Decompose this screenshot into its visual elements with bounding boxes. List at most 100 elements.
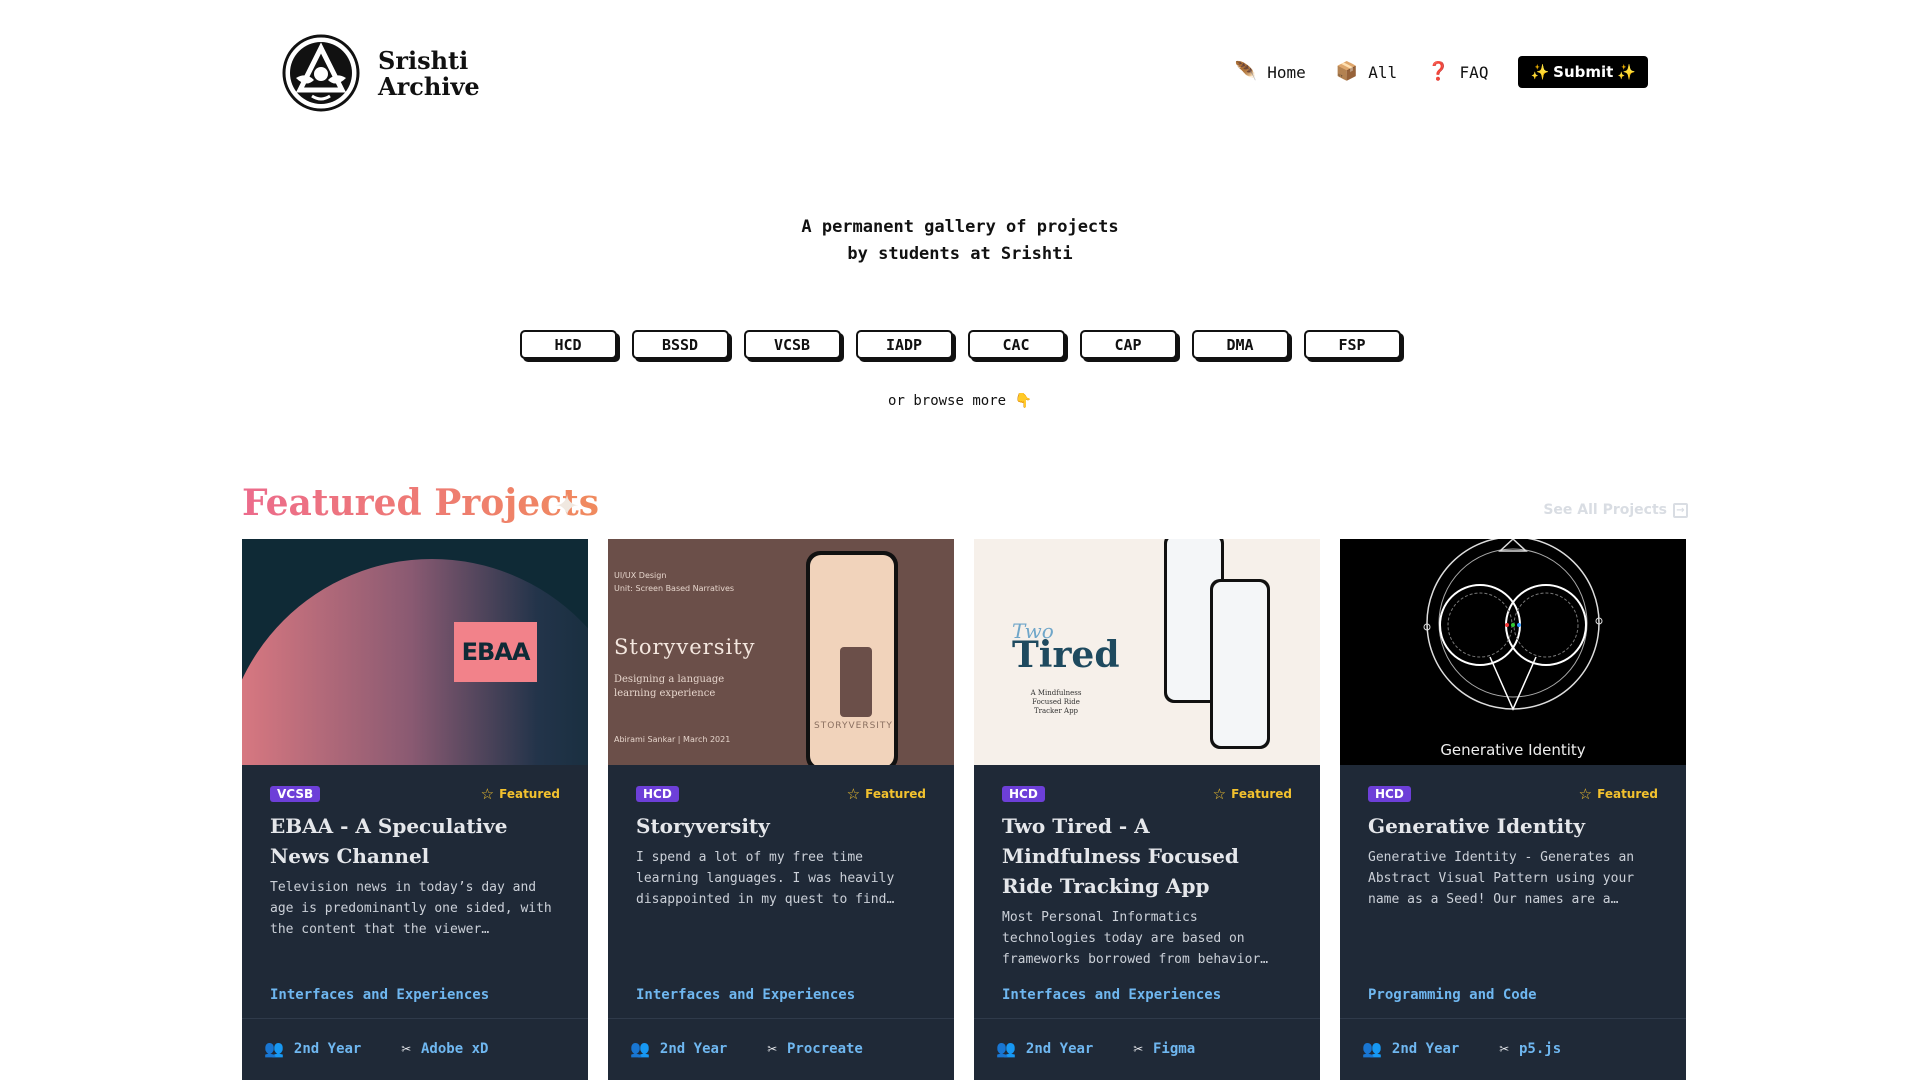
project-thumbnail: UI/UX Design Unit: Screen Based Narrativ… bbox=[608, 539, 954, 765]
project-category: Programming and Code bbox=[1368, 987, 1537, 1003]
browse-more-link[interactable]: or browse more 👇 bbox=[0, 393, 1920, 409]
srishti-logo[interactable] bbox=[282, 34, 360, 112]
chip-dma[interactable]: DMA bbox=[1191, 330, 1289, 359]
chip-iadp[interactable]: IADP bbox=[855, 330, 953, 359]
project-description: Generative Identity - Generates an Abstr… bbox=[1368, 850, 1635, 907]
tool-label: Adobe xD bbox=[421, 1040, 489, 1057]
chip-vcsb[interactable]: VCSB bbox=[743, 330, 841, 359]
discipline-badge: VCSB bbox=[270, 786, 321, 802]
card-footer: 👥 2nd Year ✂ p5.js bbox=[1340, 1018, 1686, 1080]
thumb-line-2: Unit: Screen Based Narratives bbox=[614, 584, 735, 593]
discipline-badge: HCD bbox=[1002, 786, 1045, 802]
featured-tag: ☆ Featured bbox=[481, 785, 560, 803]
thumb-caption: A Mindfulness Focused Ride Tracker App bbox=[1030, 689, 1082, 715]
tools-icon: ✂ bbox=[401, 1039, 411, 1058]
feather-icon: 🪶 bbox=[1234, 61, 1258, 82]
featured-label: Featured bbox=[499, 787, 560, 801]
phone-mockup: STORYVERSITY bbox=[806, 551, 898, 765]
discipline-badge: HCD bbox=[636, 786, 679, 802]
featured-title: Featured Projects bbox=[242, 482, 599, 524]
tools-icon: ✂ bbox=[767, 1039, 777, 1058]
brand-name[interactable]: Srishti Archive bbox=[378, 48, 480, 100]
nav-all[interactable]: 📦 All bbox=[1336, 63, 1397, 82]
chip-cac[interactable]: CAC bbox=[967, 330, 1065, 359]
nav-faq[interactable]: ❓ FAQ bbox=[1427, 63, 1488, 82]
project-thumbnail: EBAA bbox=[242, 539, 588, 765]
thumb-title: Storyversity bbox=[614, 635, 756, 659]
card-footer: 👥 2nd Year ✂ Adobe xD bbox=[242, 1018, 588, 1080]
book-icon bbox=[840, 647, 872, 717]
featured-label: Featured bbox=[865, 787, 926, 801]
project-card-two-tired[interactable]: Two Tired A Mindfulness Focused Ride Tra… bbox=[974, 539, 1320, 1080]
tool-label: Procreate bbox=[787, 1040, 863, 1057]
thumb-caption: Generative Identity bbox=[1440, 741, 1586, 759]
year-label: 2nd Year bbox=[293, 1040, 362, 1057]
generative-pattern bbox=[1423, 539, 1603, 711]
submit-label: Submit bbox=[1553, 63, 1614, 81]
chip-hcd[interactable]: HCD bbox=[519, 330, 617, 359]
project-title: Storyversity bbox=[636, 814, 770, 838]
user-list-icon: 👥 bbox=[996, 1039, 1016, 1058]
main-nav: 🪶 Home 📦 All ❓ FAQ ✨ Submit ✨ bbox=[1235, 56, 1648, 88]
see-all-label: See All Projects bbox=[1543, 502, 1667, 518]
featured-tag: ☆ Featured bbox=[1213, 785, 1292, 803]
user-list-icon: 👥 bbox=[1362, 1039, 1382, 1058]
project-card-storyversity[interactable]: UI/UX Design Unit: Screen Based Narrativ… bbox=[608, 539, 954, 1080]
chip-fsp[interactable]: FSP bbox=[1303, 330, 1401, 359]
thumb-subtitle: Designing a language learning experience bbox=[614, 674, 725, 699]
tools-icon: ✂ bbox=[1133, 1039, 1143, 1058]
site-header: Srishti Archive 🪶 Home 📦 All ❓ FAQ ✨ Sub… bbox=[0, 0, 1920, 120]
tagline-line-2: by students at Srishti bbox=[847, 244, 1073, 264]
year-label: 2nd Year bbox=[1391, 1040, 1460, 1057]
tagline-line-1: A permanent gallery of projects bbox=[801, 217, 1119, 237]
year-label: 2nd Year bbox=[659, 1040, 728, 1057]
project-title: Generative Identity bbox=[1368, 814, 1586, 838]
tool-label: p5.js bbox=[1519, 1040, 1562, 1057]
tool-meta: ✂ Figma bbox=[1133, 1039, 1195, 1058]
project-description: I spend a lot of my free time learning l… bbox=[636, 850, 895, 907]
sparkle-icon: ✨ bbox=[1530, 63, 1550, 81]
arrow-right-box-icon: → bbox=[1673, 502, 1688, 518]
tool-meta: ✂ p5.js bbox=[1499, 1039, 1561, 1058]
featured-label: Featured bbox=[1597, 787, 1658, 801]
project-category: Interfaces and Experiences bbox=[270, 987, 490, 1003]
user-list-icon: 👥 bbox=[264, 1039, 284, 1058]
card-footer: 👥 2nd Year ✂ Figma bbox=[974, 1018, 1320, 1080]
nav-all-label: All bbox=[1368, 62, 1398, 82]
featured-tag: ☆ Featured bbox=[847, 785, 926, 803]
chip-bssd[interactable]: BSSD bbox=[631, 330, 729, 359]
tool-meta: ✂ Procreate bbox=[767, 1039, 863, 1058]
project-category: Interfaces and Experiences bbox=[636, 987, 856, 1003]
chip-cap[interactable]: CAP bbox=[1079, 330, 1177, 359]
nav-home-label: Home bbox=[1267, 62, 1306, 82]
year-label: 2nd Year bbox=[1025, 1040, 1094, 1057]
project-category: Interfaces and Experiences bbox=[1002, 987, 1222, 1003]
project-description: Television news in today’s day and age i… bbox=[270, 880, 552, 937]
screen-text: STORYVERSITY bbox=[814, 721, 893, 731]
thumb-line-1: UI/UX Design bbox=[614, 571, 667, 580]
brand-line-1: Srishti bbox=[378, 46, 469, 75]
project-card-ebaa[interactable]: EBAA VCSB ☆ Featured EBAA - A Speculative… bbox=[242, 539, 588, 1080]
question-icon: ❓ bbox=[1427, 61, 1450, 82]
project-title: Two Tired - A Mindfulness Focused Ride T… bbox=[1002, 814, 1239, 898]
tools-icon: ✂ bbox=[1499, 1039, 1509, 1058]
nav-home[interactable]: 🪶 Home bbox=[1235, 63, 1306, 82]
year-meta: 👥 2nd Year bbox=[1362, 1039, 1459, 1058]
project-card-generative-identity[interactable]: Generative Identity HCD ☆ Featured Genera… bbox=[1340, 539, 1686, 1080]
see-all-projects-link[interactable]: See All Projects → bbox=[1543, 502, 1688, 518]
phone-mockup bbox=[1210, 579, 1270, 749]
browse-more-label: or browse more bbox=[888, 393, 1007, 409]
project-thumbnail: Generative Identity bbox=[1340, 539, 1686, 765]
year-meta: 👥 2nd Year bbox=[996, 1039, 1093, 1058]
star-icon: ☆ bbox=[480, 785, 495, 803]
featured-cards: EBAA VCSB ☆ Featured EBAA - A Speculative… bbox=[242, 539, 1686, 1080]
featured-label: Featured bbox=[1231, 787, 1292, 801]
year-meta: 👥 2nd Year bbox=[630, 1039, 727, 1058]
tool-label: Figma bbox=[1153, 1040, 1196, 1057]
card-footer: 👥 2nd Year ✂ Procreate bbox=[608, 1018, 954, 1080]
pointing-down-icon: 👇 bbox=[1014, 393, 1032, 409]
thumb-author: Abirami Sankar | March 2021 bbox=[614, 735, 731, 744]
submit-button[interactable]: ✨ Submit ✨ bbox=[1518, 56, 1648, 88]
star-icon: ☆ bbox=[1578, 785, 1593, 803]
discipline-filters: HCD BSSD VCSB IADP CAC CAP DMA FSP bbox=[0, 330, 1920, 359]
